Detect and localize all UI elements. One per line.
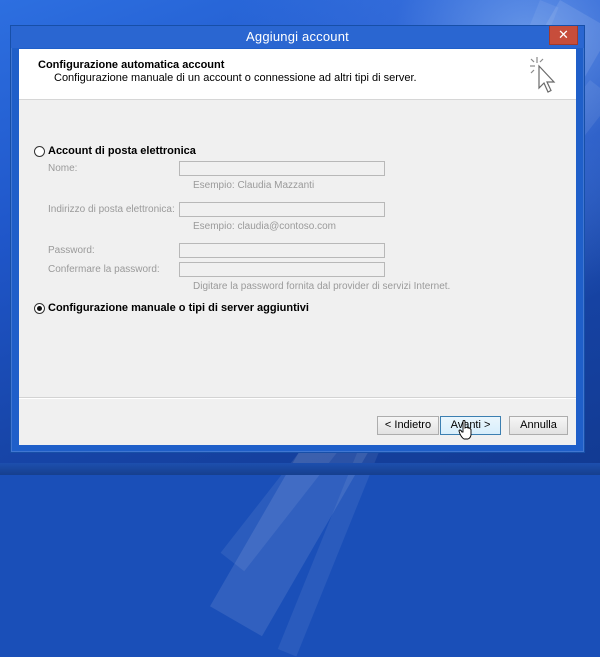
name-field[interactable] <box>179 161 385 176</box>
taskbar <box>0 463 600 475</box>
hand-cursor-icon <box>458 420 472 440</box>
password-hint: Digitare la password fornita dal provide… <box>193 281 451 292</box>
add-account-dialog: Aggiungi account ✕ Configurazione automa… <box>10 25 585 453</box>
header-band: Configurazione automatica account Config… <box>19 49 576 100</box>
close-icon: ✕ <box>558 27 569 42</box>
dialog-body: Configurazione automatica account Config… <box>19 49 576 445</box>
back-button[interactable]: < Indietro <box>377 416 439 435</box>
header-subtitle: Configurazione manuale di un account o c… <box>54 72 417 84</box>
email-label: Indirizzo di posta elettronica: <box>48 204 175 215</box>
close-button[interactable]: ✕ <box>549 26 578 45</box>
manual-config-radio[interactable] <box>34 303 45 314</box>
footer-divider <box>19 397 576 399</box>
cancel-button[interactable]: Annulla <box>509 416 568 435</box>
header-title: Configurazione automatica account <box>38 59 225 71</box>
email-field[interactable] <box>179 202 385 217</box>
name-hint: Esempio: Claudia Mazzanti <box>193 180 315 191</box>
title-bar[interactable]: Aggiungi account ✕ <box>11 26 584 48</box>
confirm-password-field[interactable] <box>179 262 385 277</box>
name-label: Nome: <box>48 163 78 174</box>
password-label: Password: <box>48 245 95 256</box>
email-account-label[interactable]: Account di posta elettronica <box>48 145 196 157</box>
email-hint: Esempio: claudia@contoso.com <box>193 221 336 232</box>
wand-cursor-icon <box>530 57 556 93</box>
confirm-password-label: Confermare la password: <box>48 264 160 275</box>
email-account-radio[interactable] <box>34 146 45 157</box>
window-title: Aggiungi account <box>246 29 349 44</box>
manual-config-label[interactable]: Configurazione manuale o tipi di server … <box>48 302 309 314</box>
password-field[interactable] <box>179 243 385 258</box>
